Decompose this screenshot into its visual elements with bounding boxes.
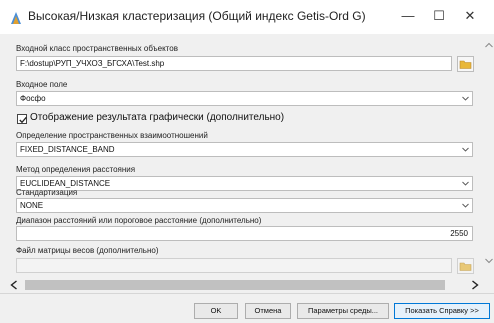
app-icon [11, 12, 21, 24]
scroll-left-icon[interactable] [10, 280, 18, 290]
spatial-rel-value: FIXED_DISTANCE_BAND [20, 145, 115, 154]
weights-file-field[interactable] [16, 258, 452, 273]
graphic-output-label: Отображение результата графически (допол… [30, 112, 285, 123]
distance-method-dropdown[interactable]: EUCLIDEAN_DISTANCE [16, 176, 473, 191]
scroll-right-icon[interactable] [471, 280, 479, 290]
distance-method-value: EUCLIDEAN_DISTANCE [20, 179, 111, 188]
chevron-down-icon [462, 96, 469, 101]
close-button[interactable]: ✕ [460, 6, 480, 26]
browse-folder-icon[interactable] [457, 56, 474, 72]
input-field-dropdown[interactable]: Фосфо [16, 91, 473, 106]
distance-band-label: Диапазон расстояний или пороговое рассто… [16, 216, 262, 225]
chevron-down-icon [462, 181, 469, 186]
horizontal-scrollbar[interactable] [8, 279, 482, 291]
chevron-down-icon [462, 203, 469, 208]
input-field-value: Фосфо [20, 94, 46, 103]
graphic-output-checkbox[interactable] [17, 114, 27, 124]
browse-folder-icon[interactable] [457, 258, 474, 274]
footer-divider [0, 293, 494, 294]
input-class-label: Входной класс пространственных объектов [16, 44, 178, 53]
checkmark-icon [19, 116, 27, 124]
scroll-up-icon[interactable] [485, 42, 493, 48]
weights-file-label: Файл матрицы весов (дополнительно) [16, 246, 159, 255]
show-help-button[interactable]: Показать Справку >> [394, 303, 490, 319]
standardization-label: Стандартизация [16, 188, 78, 197]
scroll-down-icon[interactable] [485, 258, 493, 264]
minimize-button[interactable]: — [398, 6, 418, 26]
standardization-dropdown[interactable]: NONE [16, 198, 473, 213]
environments-button[interactable]: Параметры среды... [297, 303, 389, 319]
window-title: Высокая/Низкая кластеризация (Общий инде… [28, 9, 366, 23]
spatial-rel-label: Определение пространственных взаимоотнош… [16, 131, 208, 140]
title-bar: Высокая/Низкая кластеризация (Общий инде… [0, 0, 494, 34]
spatial-rel-dropdown[interactable]: FIXED_DISTANCE_BAND [16, 142, 473, 157]
input-field-label: Входное поле [16, 80, 68, 89]
maximize-button[interactable]: ☐ [429, 6, 449, 26]
chevron-down-icon [462, 147, 469, 152]
distance-band-input[interactable]: 2550 [16, 226, 473, 241]
standardization-value: NONE [20, 201, 44, 210]
cancel-button[interactable]: Отмена [245, 303, 291, 319]
horizontal-scroll-thumb[interactable] [25, 280, 445, 290]
input-class-field[interactable]: F:\dostup\РУП_УЧХОЗ_БГСХА\Test.shp [16, 56, 452, 71]
ok-button[interactable]: OK [194, 303, 238, 319]
vertical-scrollbar[interactable] [483, 34, 494, 285]
distance-method-label: Метод определения расстояния [16, 165, 136, 174]
